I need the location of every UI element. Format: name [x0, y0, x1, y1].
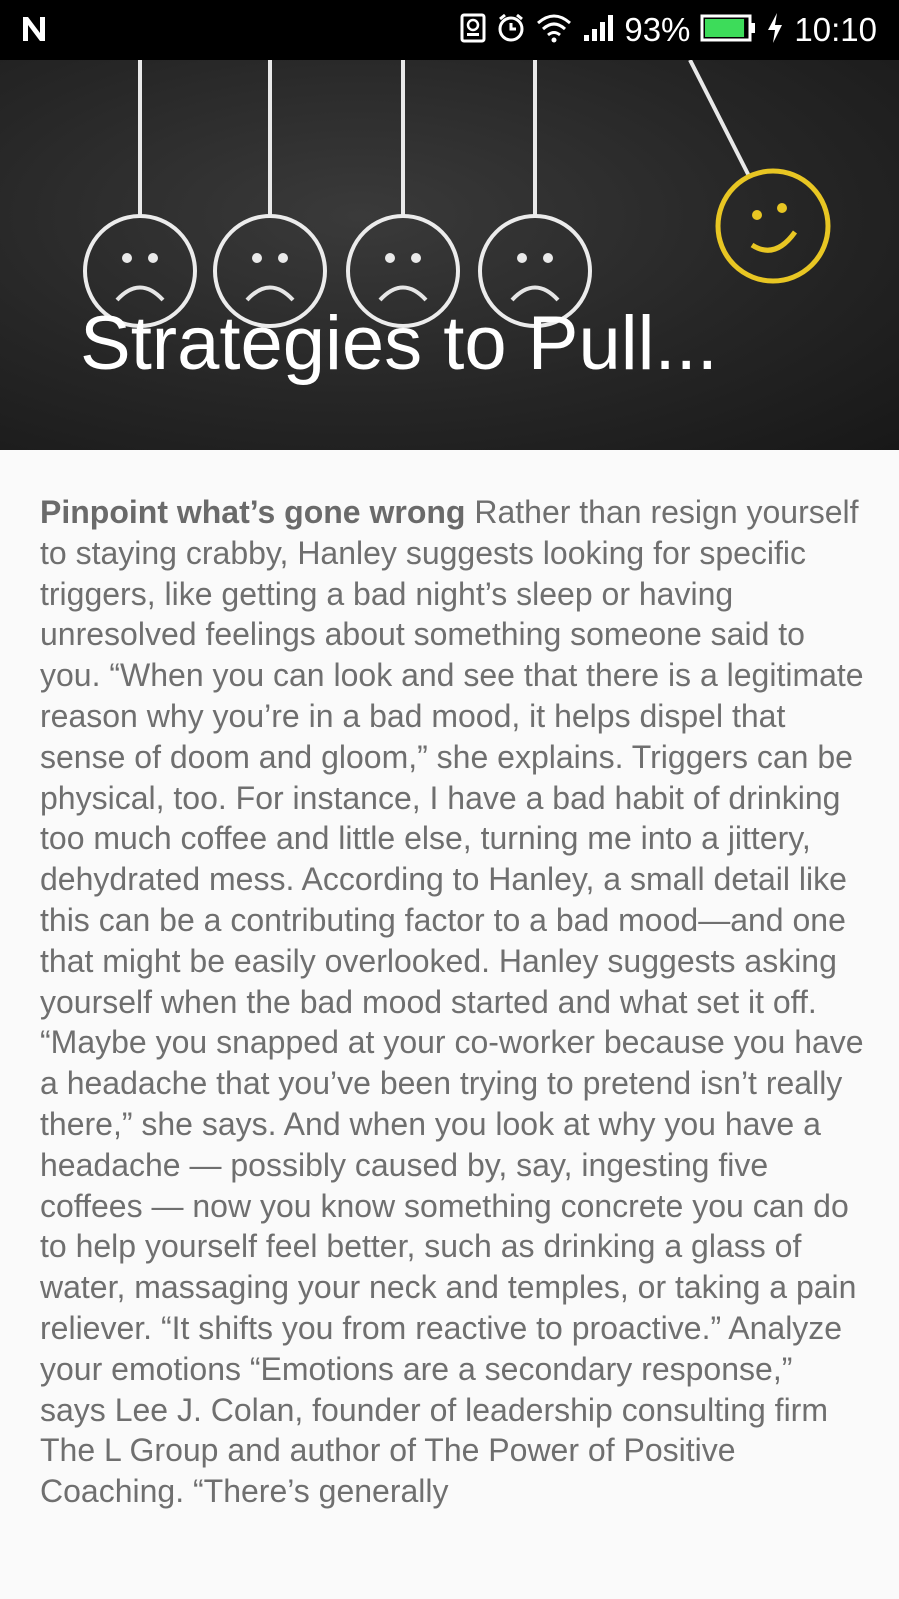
hero-image: Strategies to Pull...: [0, 60, 899, 450]
alarm-icon: [496, 13, 526, 48]
section-heading: Pinpoint what’s gone wrong: [40, 494, 466, 530]
status-bar: 93% 10:10: [0, 0, 899, 60]
charging-icon: [766, 12, 784, 49]
article-body: Pinpoint what’s gone wrong Rather than r…: [40, 492, 865, 1512]
signal-icon: [582, 13, 614, 48]
wifi-icon: [536, 13, 572, 48]
clock: 10:10: [794, 11, 877, 48]
article-paragraph: Rather than resign yourself to staying c…: [40, 494, 864, 1510]
notification-n-icon: [20, 14, 48, 49]
battery-percent: 93%: [624, 11, 691, 48]
battery-icon: [700, 13, 756, 48]
screenshot-icon: [460, 13, 486, 48]
pendulum-faces-illustration: [83, 60, 831, 328]
article-title: Strategies to Pull...: [80, 301, 718, 386]
